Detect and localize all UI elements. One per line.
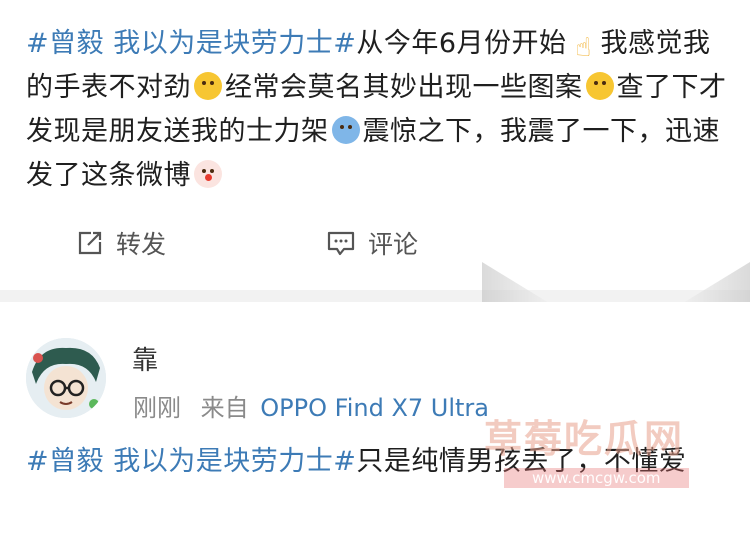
avatar[interactable] bbox=[26, 338, 106, 418]
repost-icon bbox=[78, 231, 102, 255]
device-source-link[interactable]: OPPO Find X7 Ultra bbox=[260, 394, 489, 422]
post-text: #曾毅 我以为是块劳力士#只是纯情男孩丢了，不懂爱 bbox=[26, 440, 726, 484]
weibo-post-top: #曾毅 我以为是块劳力士#从今年6月份开始 ☝ 我感觉我的手表不对劲 经常会莫名其妙出… bbox=[0, 0, 750, 290]
comment-label: 评论 bbox=[368, 230, 419, 259]
post-text-segment: 经常会莫名其妙出现一些图案 bbox=[225, 72, 583, 103]
post-text-segment: 从今年6月份开始 bbox=[356, 28, 567, 59]
hashtag-link[interactable]: #曾毅 我以为是块劳力士# bbox=[26, 28, 356, 59]
avatar-illustration bbox=[26, 338, 106, 418]
pointing-up-hand-icon: ☝ bbox=[575, 33, 592, 63]
post-text: #曾毅 我以为是块劳力士#从今年6月份开始 ☝ 我感觉我的手表不对劲 经常会莫名其妙出… bbox=[26, 22, 731, 198]
post-divider bbox=[0, 290, 750, 302]
comment-button[interactable]: 评论 bbox=[326, 225, 418, 261]
username[interactable]: 靠 bbox=[132, 340, 158, 377]
hashtag-link[interactable]: #曾毅 我以为是块劳力士# bbox=[26, 446, 356, 477]
source-prefix: 来自 bbox=[200, 394, 249, 422]
clown-face-icon bbox=[194, 160, 222, 188]
kissing-face-icon bbox=[585, 72, 614, 100]
repost-label: 转发 bbox=[116, 230, 167, 259]
post-text-segment: 只是纯情男孩丢了，不懂爱 bbox=[356, 446, 687, 477]
screaming-face-icon bbox=[331, 116, 360, 144]
post-action-bar: 转发 评论 bbox=[0, 225, 750, 271]
post-time: 刚刚 bbox=[133, 394, 181, 422]
post-meta: 刚刚 来自 OPPO Find X7 Ultra bbox=[133, 388, 489, 423]
comment-icon bbox=[327, 231, 355, 256]
grimacing-face-icon bbox=[194, 72, 222, 100]
repost-button[interactable]: 转发 bbox=[76, 225, 166, 261]
weibo-post-bottom: 靠 刚刚 来自 OPPO Find X7 Ultra #曾毅 我以为是块劳力士#… bbox=[0, 302, 750, 541]
